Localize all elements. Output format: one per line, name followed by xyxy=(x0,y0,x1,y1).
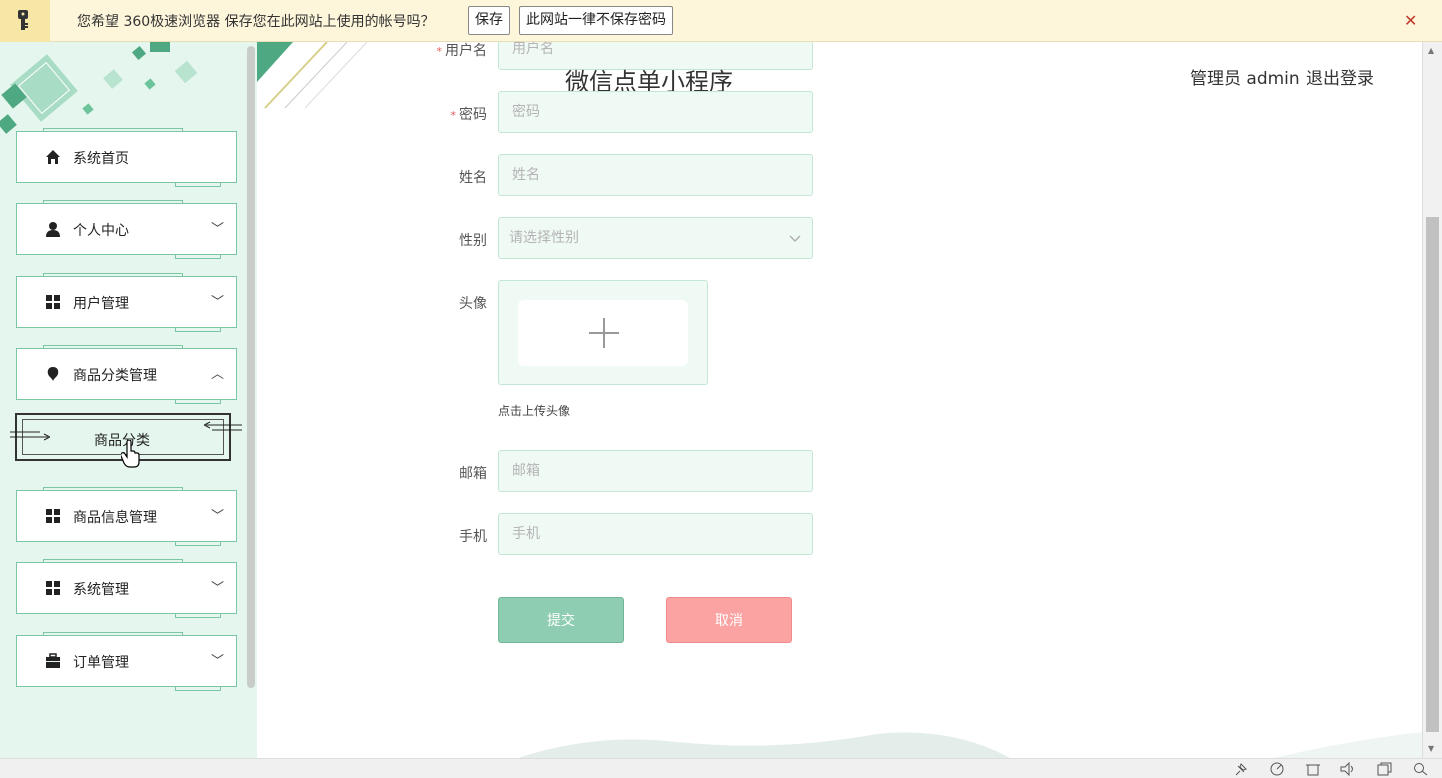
browser-status-bar xyxy=(0,758,1442,778)
grid-icon xyxy=(46,509,60,523)
chevron-down-icon xyxy=(789,235,801,242)
sidebar-item-label: 用户管理 xyxy=(73,296,129,312)
briefcase-icon xyxy=(46,653,60,668)
password-save-bar: 您希望 360极速浏览器 保存您在此网站上使用的帐号吗？ 保存 此网站一律不保存… xyxy=(0,0,1442,42)
current-user: 管理员 admin xyxy=(1190,69,1300,89)
phone-label: 手机 xyxy=(459,529,487,545)
person-icon xyxy=(46,222,60,237)
grid-icon xyxy=(46,295,60,309)
corner-decoration xyxy=(257,42,368,109)
phone-field[interactable] xyxy=(498,513,813,555)
volume-icon[interactable] xyxy=(1340,762,1356,776)
username-label: * 用户名 xyxy=(436,43,488,59)
chevron-down-icon: ﹀ xyxy=(211,295,225,310)
sidebar-item-label: 商品信息管理 xyxy=(73,510,157,526)
sidebar: 系统首页 个人中心 ﹀ 用户管理 ﹀ 商品分类管理 ︿ 商品分类 商品信息管理 … xyxy=(0,42,257,758)
sidebar-scrollbar[interactable] xyxy=(247,46,255,688)
arrow-left-decoration xyxy=(204,421,242,431)
main-content: *用户名 微信点单小程序 管理员 admin 退出登录 *密码 姓名 性别 请选… xyxy=(257,42,1422,758)
sidebar-item-category-management[interactable]: 商品分类管理 ︿ xyxy=(16,345,237,404)
hand-cursor-icon xyxy=(121,440,140,468)
sidebar-item-user-management[interactable]: 用户管理 ﹀ xyxy=(16,273,237,332)
password-save-message: 您希望 360极速浏览器 保存您在此网站上使用的帐号吗？ xyxy=(77,14,435,30)
name-field[interactable] xyxy=(498,154,813,196)
scroll-down-icon[interactable]: ▼ xyxy=(1428,744,1434,753)
trash-icon[interactable] xyxy=(1305,762,1321,776)
grid-icon xyxy=(46,581,60,595)
name-label: 姓名 xyxy=(459,170,487,186)
sidebar-item-label: 订单管理 xyxy=(73,655,129,671)
scrollbar-thumb[interactable] xyxy=(1426,217,1439,732)
avatar-label: 头像 xyxy=(459,296,487,312)
password-label: * 密码 xyxy=(450,107,488,123)
bottom-wave-decoration xyxy=(518,732,1422,758)
sidebar-item-system-management[interactable]: 系统管理 ﹀ xyxy=(16,559,237,618)
speed-icon[interactable] xyxy=(1269,762,1285,776)
gender-label: 性别 xyxy=(459,233,487,249)
chevron-down-icon: ﹀ xyxy=(211,222,225,237)
chevron-down-icon: ﹀ xyxy=(211,581,225,596)
password-field[interactable] xyxy=(498,91,813,133)
chevron-up-icon: ︿ xyxy=(211,367,225,382)
sidebar-decoration xyxy=(0,42,198,134)
plus-icon xyxy=(589,318,619,348)
search-icon[interactable] xyxy=(1413,762,1429,776)
arrow-right-decoration xyxy=(10,431,50,441)
chevron-down-icon: ﹀ xyxy=(211,509,225,524)
window-icon[interactable] xyxy=(1377,762,1393,776)
submit-button[interactable]: 提交 xyxy=(498,597,624,643)
cancel-button[interactable]: 取消 xyxy=(666,597,792,643)
never-save-password-button[interactable]: 此网站一律不保存密码 xyxy=(519,6,673,35)
email-label: 邮箱 xyxy=(459,466,487,482)
gender-select[interactable]: 请选择性别 xyxy=(498,217,813,259)
pin-icon[interactable] xyxy=(1233,762,1249,776)
sidebar-item-label: 系统首页 xyxy=(73,151,129,167)
save-password-button[interactable]: 保存 xyxy=(468,6,510,35)
sidebar-item-label: 系统管理 xyxy=(73,582,129,598)
chevron-down-icon: ﹀ xyxy=(211,654,225,669)
avatar-upload-tip: 点击上传头像 xyxy=(498,404,571,418)
gender-select-placeholder: 请选择性别 xyxy=(509,230,579,246)
logout-link[interactable]: 退出登录 xyxy=(1306,64,1374,89)
sidebar-item-label: 商品分类管理 xyxy=(73,368,157,384)
sidebar-item-personal-center[interactable]: 个人中心 ﹀ xyxy=(16,200,237,259)
sidebar-item-order-management[interactable]: 订单管理 ﹀ xyxy=(16,632,237,691)
avatar-upload[interactable] xyxy=(498,280,708,385)
home-icon xyxy=(46,150,60,164)
page-scrollbar[interactable]: ▲ ▼ xyxy=(1422,42,1442,758)
key-icon xyxy=(0,0,50,42)
sidebar-item-home[interactable]: 系统首页 xyxy=(16,128,237,187)
sidebar-item-product-info-management[interactable]: 商品信息管理 ﹀ xyxy=(16,487,237,546)
email-field[interactable] xyxy=(498,450,813,492)
close-icon[interactable]: ✕ xyxy=(1404,11,1417,30)
scroll-up-icon[interactable]: ▲ xyxy=(1428,46,1434,55)
sidebar-item-label: 个人中心 xyxy=(73,223,129,239)
bulb-icon xyxy=(47,367,59,381)
